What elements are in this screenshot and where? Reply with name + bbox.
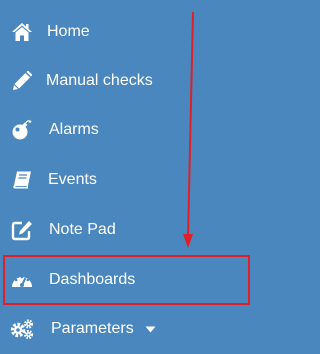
menu-item-parameters[interactable]: Parameters [0, 304, 256, 354]
tachometer-icon [8, 266, 36, 294]
home-icon [8, 18, 36, 46]
cogs-icon [8, 315, 36, 343]
menu-item-label: Dashboards [49, 271, 136, 288]
bomb-icon [8, 116, 36, 144]
menu-item-label: Parameters [51, 320, 134, 337]
menu-item-label: Events [48, 171, 97, 188]
edit-icon [8, 216, 36, 244]
pencil-icon [8, 67, 36, 95]
menu-item-home[interactable]: Home [0, 7, 256, 57]
menu-item-label: Manual checks [46, 72, 153, 89]
menu-item-alarms[interactable]: Alarms [0, 105, 256, 155]
menu-item-label: Home [47, 23, 90, 40]
menu-item-label: Note Pad [49, 221, 116, 238]
sidebar-menu: Home Manual checks Alarms Events Note Pa… [0, 0, 256, 354]
menu-item-label: Alarms [49, 121, 99, 138]
menu-item-events[interactable]: Events [0, 155, 256, 205]
menu-item-manual-checks[interactable]: Manual checks [0, 56, 256, 106]
book-icon [8, 166, 36, 194]
menu-item-note-pad[interactable]: Note Pad [0, 205, 256, 255]
menu-item-dashboards[interactable]: Dashboards [0, 255, 256, 305]
caret-down-icon [145, 320, 156, 338]
